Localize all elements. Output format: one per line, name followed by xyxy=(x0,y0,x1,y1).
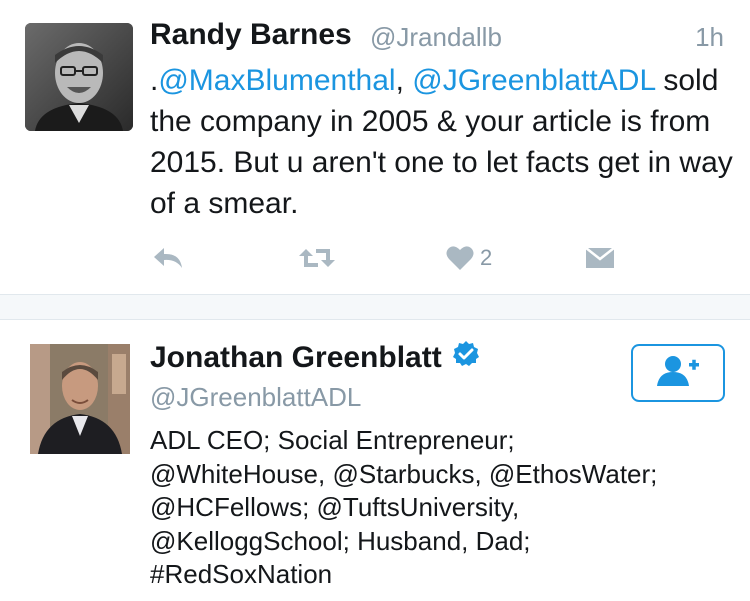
reply-icon xyxy=(152,245,184,271)
tweet-text: .@MaxBlumenthal, @JGreenblattADL sold th… xyxy=(150,60,740,224)
heart-icon xyxy=(446,245,474,271)
bio-line: #RedSoxNation xyxy=(150,559,333,589)
profile-bio: ADL CEO; Social Entrepreneur; @WhiteHous… xyxy=(150,424,740,592)
direct-message-button[interactable] xyxy=(585,238,615,278)
like-count: 2 xyxy=(480,245,493,270)
tweet-actions: 2 xyxy=(150,238,630,278)
section-divider xyxy=(0,294,750,320)
profile-name-text[interactable]: Jonathan Greenblatt xyxy=(150,341,442,375)
profile-name[interactable]: Jonathan Greenblatt xyxy=(150,340,480,376)
envelope-icon xyxy=(585,246,615,270)
add-user-icon xyxy=(655,354,701,393)
mention-link[interactable]: @MaxBlumenthal xyxy=(158,64,395,97)
retweet-icon xyxy=(298,245,336,271)
profile-handle[interactable]: @JGreenblattADL xyxy=(150,382,361,413)
tweet-author-avatar[interactable] xyxy=(25,23,133,131)
bio-line: @KelloggSchool; Husband, Dad; xyxy=(150,525,531,556)
tweet-text-separator: , xyxy=(395,64,413,97)
bio-line: ADL CEO; Social Entrepreneur; xyxy=(150,425,515,455)
bio-line: @HCFellows; @TuftsUniversity, xyxy=(150,492,520,522)
retweet-button[interactable] xyxy=(298,238,336,278)
follow-button[interactable] xyxy=(631,344,725,402)
like-button[interactable]: 2 xyxy=(446,238,492,278)
reply-button[interactable] xyxy=(152,238,184,278)
bio-line: @WhiteHouse, @Starbucks, @EthosWater; xyxy=(150,458,658,489)
profile-avatar[interactable] xyxy=(30,344,130,454)
tweet-timestamp: 1h xyxy=(695,22,724,52)
verified-badge-icon xyxy=(452,340,480,376)
mention-link[interactable]: @JGreenblattADL xyxy=(412,64,655,97)
tweet-author-handle[interactable]: @Jrandallb xyxy=(370,22,502,53)
tweet-author-name[interactable]: Randy Barnes xyxy=(150,18,352,52)
